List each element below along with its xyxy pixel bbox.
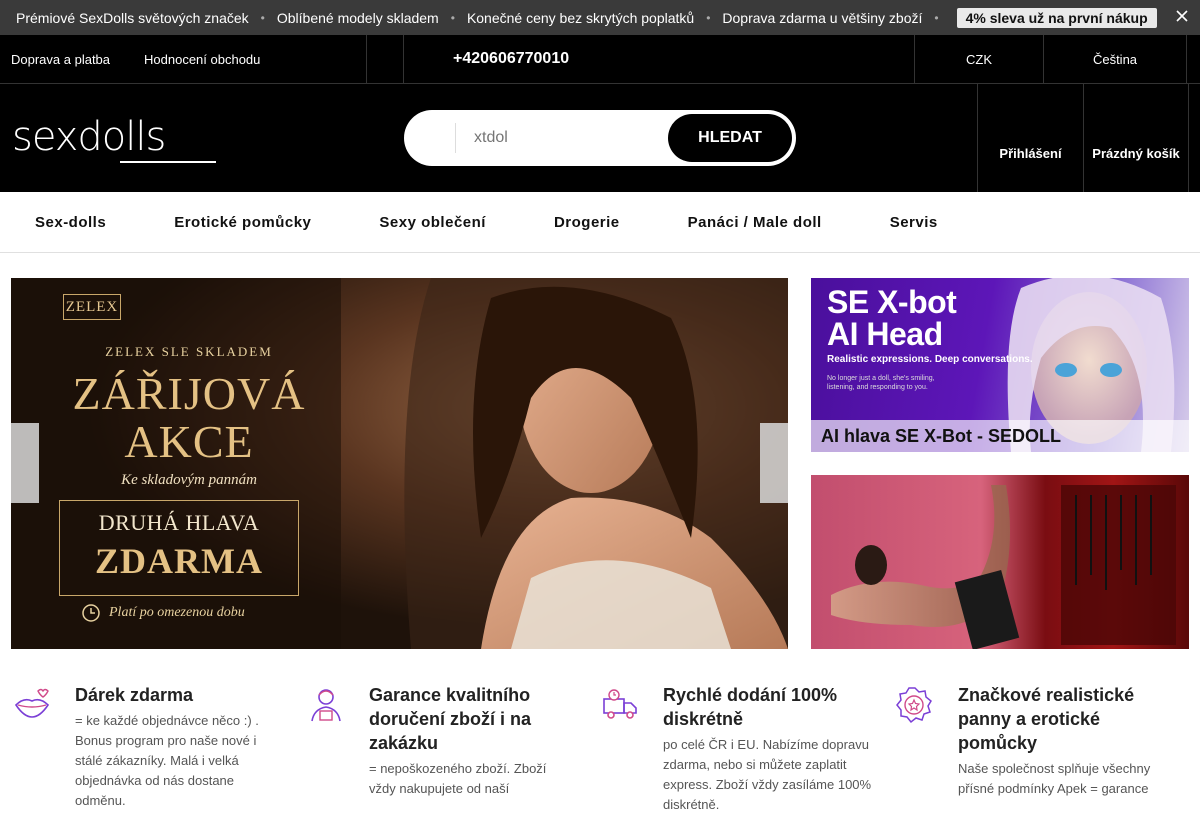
features-row: Dárek zdarma = ke každé objednávce něco … xyxy=(0,683,1200,812)
hero-note: Platí po omezenou dobu xyxy=(81,603,245,623)
promo-separator: • xyxy=(260,10,265,25)
nav-item-servis[interactable]: Servis xyxy=(890,214,938,231)
feature-title: Dárek zdarma xyxy=(75,685,194,705)
hero-offer-line: DRUHÁ HLAVA xyxy=(98,510,260,535)
slider-next-button[interactable] xyxy=(760,423,788,503)
hero-title: ZÁŘIJOVÁ AKCE xyxy=(49,368,329,468)
search-input[interactable] xyxy=(474,129,664,147)
clock-icon xyxy=(82,604,100,622)
banner-ai-head[interactable]: SE X-bot AI Head Realistic expressions. … xyxy=(811,278,1189,452)
nav-item-panaci[interactable]: Panáci / Male doll xyxy=(688,214,822,231)
feature-description: = ke každé objednávce něco :) . Bonus pr… xyxy=(75,713,259,808)
promo-item: Prémiové SexDolls světových značek xyxy=(16,9,249,26)
banner-tagline: Realistic expressions. Deep conversation… xyxy=(827,354,1033,365)
discount-badge[interactable]: 4% sleva už na první nákup xyxy=(956,7,1157,28)
feature-title: Garance kvalitního doručení zboží i na z… xyxy=(369,685,532,753)
close-icon[interactable] xyxy=(1174,8,1190,24)
hero-note-text: Platí po omezenou dobu xyxy=(109,605,245,620)
banner-caption[interactable]: AI hlava SE X-Bot - SEDOLL xyxy=(811,420,1189,452)
promo-item: Konečné ceny bez skrytých poplatků xyxy=(466,9,695,26)
reviews-link[interactable]: Hodnocení obchodu xyxy=(144,52,260,67)
language-selector[interactable]: Čeština xyxy=(1044,35,1187,83)
hero-offer: DRUHÁ HLAVA ZDARMA xyxy=(59,510,299,582)
top-info-bar: Doprava a platba Hodnocení obchodu +4206… xyxy=(0,35,1200,84)
nav-item-eroticke-pomucky[interactable]: Erotické pomůcky xyxy=(174,214,311,231)
banner-bdsm[interactable] xyxy=(811,475,1189,649)
logo-text: sexdolls xyxy=(12,114,165,160)
banner-small-text: No longer just a doll, she's smiling, li… xyxy=(827,375,935,392)
promo-separator: • xyxy=(934,10,939,25)
banner-title-line: AI Head xyxy=(827,316,943,352)
feature-title: Rychlé dodání 100% diskrétně xyxy=(663,685,838,729)
promo-separator: • xyxy=(706,10,711,25)
hero-offer-line: ZDARMA xyxy=(95,541,263,581)
person-package-icon xyxy=(311,689,341,722)
divider xyxy=(367,35,404,83)
feature-description: = nepoškozeného zboží. Zboží vždy nakupu… xyxy=(369,761,547,796)
search-divider xyxy=(455,123,456,153)
hero-title-line: AKCE xyxy=(124,416,254,468)
login-label: Přihlášení xyxy=(999,146,1062,161)
hero-tagline: Ke skladovým pannám xyxy=(121,472,257,488)
main-navigation: Sex-dolls Erotické pomůcky Sexy oblečení… xyxy=(0,192,1200,253)
feature-description: po celé ČR i EU. Nabízíme dopravu zdarma… xyxy=(663,737,872,812)
site-header: sexdolls HLEDAT Přihlášení Prázdný košík xyxy=(0,84,1200,192)
login-button[interactable]: Přihlášení xyxy=(977,84,1083,192)
search-button[interactable]: HLEDAT xyxy=(668,114,792,162)
cart-label: Prázdný košík xyxy=(1092,146,1180,161)
banner-title-line: SE X-bot xyxy=(827,284,957,320)
site-logo[interactable]: sexdolls xyxy=(12,112,218,166)
brand-box: ZELEX xyxy=(63,294,121,320)
phone-number[interactable]: +420606770010 xyxy=(404,35,915,83)
hero-title-line: ZÁŘIJOVÁ xyxy=(72,368,306,419)
cart-button[interactable]: Prázdný košík xyxy=(1083,84,1189,192)
promo-item: Doprava zdarma u většiny zboží xyxy=(722,9,923,26)
search-box: HLEDAT xyxy=(404,110,796,166)
top-links: Doprava a platba Hodnocení obchodu xyxy=(0,35,367,83)
promo-bar: Prémiové SexDolls světových značek • Obl… xyxy=(0,0,1200,35)
shipping-link[interactable]: Doprava a platba xyxy=(11,52,110,67)
nav-item-sex-dolls[interactable]: Sex-dolls xyxy=(35,214,106,231)
hero-slider[interactable]: ZELEX ZELEX SLE SKLADEM ZÁŘIJOVÁ AKCE Ke… xyxy=(11,278,788,649)
banner-bdsm-image xyxy=(831,485,1176,649)
feature-title: Značkové realistické panny a erotické po… xyxy=(958,685,1135,753)
nav-item-sexy-obleceni[interactable]: Sexy oblečení xyxy=(379,214,486,231)
currency-selector[interactable]: CZK xyxy=(915,35,1044,83)
feature-description: Naše společnost splňuje všechny přísné p… xyxy=(958,761,1151,796)
nav-item-drogerie[interactable]: Drogerie xyxy=(554,214,620,231)
lips-gift-icon xyxy=(14,688,50,718)
promo-separator: • xyxy=(450,10,455,25)
delivery-truck-icon xyxy=(603,689,637,719)
award-badge-icon xyxy=(896,687,932,724)
hero-subtitle: ZELEX SLE SKLADEM xyxy=(105,344,273,359)
promo-item: Oblíbené modely skladem xyxy=(276,9,439,26)
banner-title: SE X-bot AI Head xyxy=(827,284,957,352)
slider-prev-button[interactable] xyxy=(11,423,39,503)
